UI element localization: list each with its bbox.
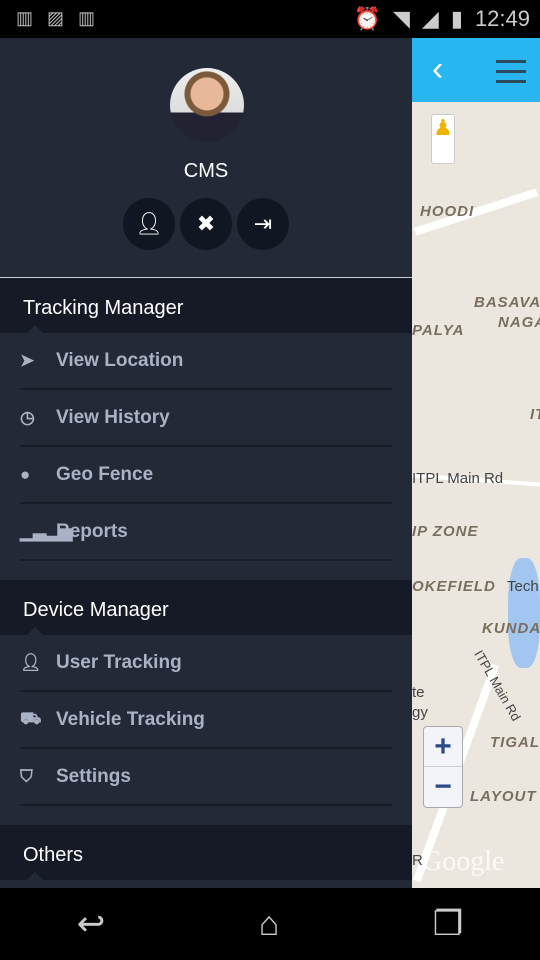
barcode-icon: ▥: [78, 8, 96, 28]
menu-item-user-tracking[interactable]: 👤︎ User Tracking: [20, 635, 392, 692]
menu-item-geo-fence[interactable]: ● Geo Fence: [20, 447, 392, 504]
tools-button[interactable]: ✖: [180, 198, 232, 250]
signal-icon: ◢: [421, 6, 439, 31]
street-view-pegman-icon[interactable]: ♟: [431, 114, 455, 164]
user-icon: 👤︎: [20, 652, 42, 672]
google-logo: Google: [422, 846, 505, 877]
wifi-icon: ◥: [392, 6, 410, 31]
bar-chart-icon: ▁▃▂▅: [20, 521, 73, 541]
shield-icon: ⛉: [20, 766, 33, 786]
barcode-icon: ▥: [16, 8, 34, 28]
map-pin-icon: ●: [20, 464, 31, 484]
navigation-drawer: CMS 👤︎ ✖ ⇥ Tracking Manager ➤ View Locati…: [0, 38, 412, 888]
section-tracking-manager: Tracking Manager: [0, 278, 412, 333]
zoom-controls: + −: [423, 726, 463, 808]
zoom-out-button[interactable]: −: [424, 767, 462, 807]
menu-item-vehicle-tracking[interactable]: ⛟ Vehicle Tracking: [20, 692, 392, 749]
avatar[interactable]: [170, 68, 244, 142]
back-nav-icon[interactable]: ↩: [77, 904, 106, 944]
status-bar: ▥ ▨ ▥ ⏰ ◥ ◢ ▮ 12:49: [0, 0, 540, 38]
back-button[interactable]: ‹: [432, 50, 443, 89]
battery-charging-icon: ▮: [450, 6, 463, 31]
hamburger-menu-icon[interactable]: [496, 60, 526, 90]
map-view[interactable]: ‹ ♟ HOODI BASAVA NAGA PALYA IT ITPL Main…: [412, 38, 540, 888]
menu-item-view-location[interactable]: ➤ View Location: [20, 333, 392, 390]
logout-icon: ⇥: [253, 211, 273, 236]
section-device-manager: Device Manager: [0, 580, 412, 635]
home-nav-icon[interactable]: ⌂: [259, 905, 280, 944]
profile-header: CMS 👤︎ ✖ ⇥: [0, 38, 412, 278]
menu-item-reports[interactable]: ▁▃▂▅ Reports: [20, 504, 392, 561]
clock-icon: ◷: [20, 407, 35, 427]
menu-item-view-history[interactable]: ◷ View History: [20, 390, 392, 447]
alarm-icon: ⏰: [353, 6, 381, 31]
profile-icon: 👤︎: [135, 211, 163, 236]
zoom-in-button[interactable]: +: [424, 727, 462, 767]
truck-icon: ⛟: [20, 708, 42, 728]
tools-icon: ✖: [196, 211, 216, 236]
image-icon: ▨: [47, 8, 65, 28]
user-name: CMS: [183, 160, 229, 182]
map-toolbar: ‹: [412, 38, 540, 102]
logout-button[interactable]: ⇥: [237, 198, 289, 250]
recent-apps-icon[interactable]: ❐: [433, 904, 463, 944]
profile-button[interactable]: 👤︎: [123, 198, 175, 250]
system-nav-bar: ↩ ⌂ ❐: [0, 888, 540, 960]
navigation-arrow-icon: ➤: [20, 350, 35, 370]
clock-time: 12:49: [474, 6, 530, 31]
menu-item-settings[interactable]: ⛉ Settings: [20, 749, 392, 806]
section-others: Others: [0, 825, 412, 880]
